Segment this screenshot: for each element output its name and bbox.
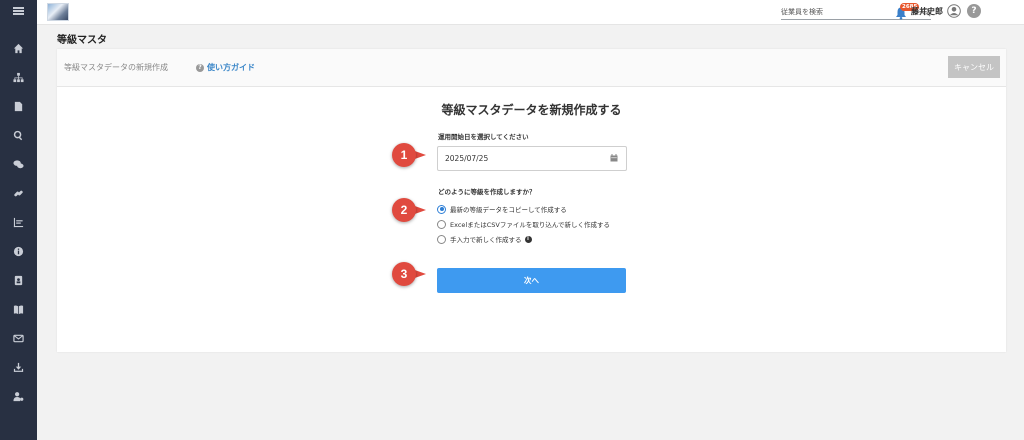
next-button[interactable]: 次へ bbox=[437, 268, 626, 293]
question-icon: ? bbox=[196, 63, 204, 72]
callout-marker-1: 1 bbox=[392, 143, 426, 173]
radio-copy-latest[interactable] bbox=[437, 204, 446, 214]
sidebar bbox=[0, 0, 37, 440]
hamburger-icon[interactable] bbox=[0, 0, 37, 22]
home-icon[interactable] bbox=[0, 38, 37, 58]
marker-number: 2 bbox=[392, 198, 416, 222]
help-icon[interactable]: ? bbox=[967, 4, 981, 18]
user-settings-icon[interactable] bbox=[0, 386, 37, 406]
org-chart-icon[interactable] bbox=[0, 67, 37, 87]
page-title: 等級マスタ bbox=[57, 35, 107, 46]
mail-icon[interactable] bbox=[0, 328, 37, 348]
card-header: 等級マスタデータの新規作成 ? 使い方ガイド キャンセル bbox=[57, 49, 1006, 87]
contact-book-icon[interactable] bbox=[0, 270, 37, 290]
link-icon[interactable] bbox=[0, 183, 37, 203]
book-icon[interactable] bbox=[0, 299, 37, 319]
form-title: 等級マスタデータを新規作成する bbox=[441, 103, 622, 117]
option-label: ExcelまたはCSVファイルを取り込んで新しく作成する bbox=[450, 221, 611, 229]
start-date-picker[interactable]: 2025/07/25 bbox=[437, 146, 627, 171]
callout-marker-2: 2 bbox=[392, 198, 426, 228]
create-grade-card: 等級マスタデータの新規作成 ? 使い方ガイド キャンセル 等級マスタデータを新規… bbox=[57, 49, 1006, 352]
search-input[interactable] bbox=[781, 5, 911, 18]
option-import-file[interactable]: ExcelまたはCSVファイルを取り込んで新しく作成する bbox=[437, 218, 610, 230]
card-subtitle: 等級マスタデータの新規作成 bbox=[64, 63, 168, 72]
usage-guide-link[interactable]: ? 使い方ガイド bbox=[196, 62, 255, 73]
download-icon[interactable] bbox=[0, 357, 37, 377]
option-label: 最新の等級データをコピーして作成する bbox=[450, 206, 567, 214]
option-copy-latest[interactable]: 最新の等級データをコピーして作成する bbox=[437, 203, 567, 215]
radio-manual-entry[interactable] bbox=[437, 234, 446, 244]
chat-icon[interactable] bbox=[0, 154, 37, 174]
bar-chart-icon[interactable] bbox=[0, 212, 37, 232]
usage-guide-label: 使い方ガイド bbox=[207, 63, 255, 72]
calendar-icon[interactable] bbox=[610, 154, 618, 162]
info-icon[interactable] bbox=[0, 241, 37, 261]
marker-number: 3 bbox=[392, 262, 416, 286]
user-name[interactable]: 藤井史郎 bbox=[911, 6, 943, 17]
method-label: どのように等級を作成しますか？ bbox=[438, 188, 536, 196]
search-icon[interactable] bbox=[0, 125, 37, 145]
info-icon[interactable]: i bbox=[524, 235, 532, 243]
radio-import-file[interactable] bbox=[437, 219, 446, 229]
callout-marker-3: 3 bbox=[392, 262, 426, 292]
option-manual-entry[interactable]: 手入力で新しく作成する i bbox=[437, 233, 532, 245]
company-logo[interactable] bbox=[47, 3, 69, 21]
user-avatar-icon[interactable] bbox=[947, 4, 961, 18]
document-icon[interactable] bbox=[0, 96, 37, 116]
option-label: 手入力で新しく作成する bbox=[450, 236, 522, 244]
start-date-label: 運用開始日を選択してください bbox=[438, 133, 529, 141]
cancel-button[interactable]: キャンセル bbox=[948, 56, 1000, 78]
start-date-value: 2025/07/25 bbox=[445, 154, 489, 163]
marker-number: 1 bbox=[392, 143, 416, 167]
